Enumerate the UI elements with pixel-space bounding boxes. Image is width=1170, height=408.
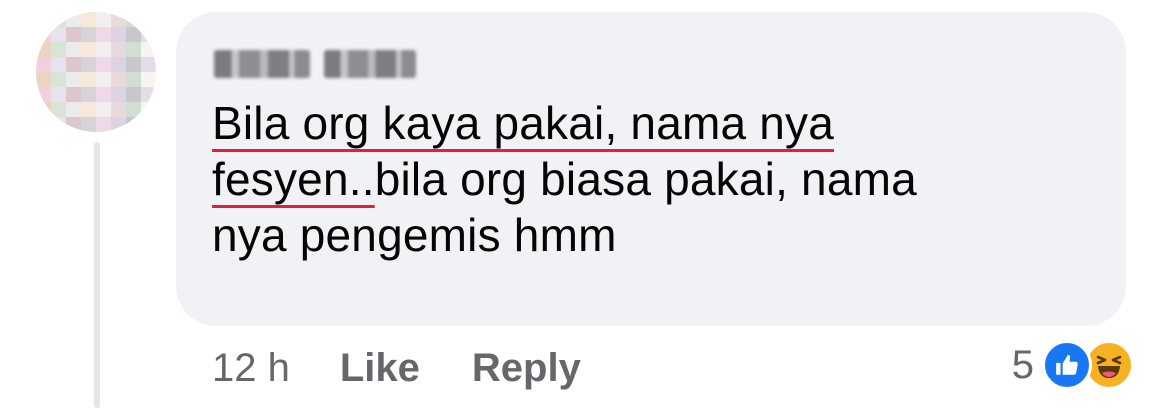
avatar-pixel bbox=[126, 117, 141, 132]
avatar-pixel bbox=[51, 27, 66, 42]
avatar[interactable] bbox=[36, 12, 156, 132]
avatar-pixel bbox=[66, 117, 81, 132]
avatar-pixel bbox=[81, 57, 96, 72]
comment-timestamp[interactable]: 12 h bbox=[212, 346, 290, 391]
avatar-pixel bbox=[141, 42, 156, 57]
avatar-pixel bbox=[66, 72, 81, 87]
avatar-pixel bbox=[81, 87, 96, 102]
avatar-pixel bbox=[126, 12, 141, 27]
avatar-pixel bbox=[126, 87, 141, 102]
avatar-pixel bbox=[141, 72, 156, 87]
misspelled-word: Bila org kaya pakai, nama nya bbox=[212, 97, 835, 149]
comment-actions: 12 h Like Reply bbox=[212, 346, 633, 391]
avatar-pixel bbox=[96, 12, 111, 27]
avatar-pixel bbox=[81, 12, 96, 27]
reply-button[interactable]: Reply bbox=[472, 346, 581, 391]
avatar-pixel bbox=[141, 12, 156, 27]
avatar-pixel bbox=[51, 57, 66, 72]
avatar-pixel bbox=[66, 12, 81, 27]
avatar-pixel bbox=[126, 72, 141, 87]
avatar-pixel bbox=[81, 102, 96, 117]
comment-text-line: nya pengemis hmm bbox=[212, 207, 1112, 263]
comment-screen: Bila org kaya pakai, nama nya fesyen..bi… bbox=[0, 0, 1170, 408]
avatar-pixel bbox=[96, 87, 111, 102]
avatar-pixel bbox=[36, 57, 51, 72]
avatar-pixel bbox=[111, 87, 126, 102]
avatar-pixel bbox=[51, 72, 66, 87]
comment-text: Bila org kaya pakai, nama nya fesyen..bi… bbox=[212, 95, 1112, 263]
avatar-pixel bbox=[111, 102, 126, 117]
avatar-pixel bbox=[96, 27, 111, 42]
avatar-pixel bbox=[141, 27, 156, 42]
reply-thread-line bbox=[94, 142, 100, 408]
comment-text-segment: nya pengemis hmm bbox=[212, 209, 617, 261]
avatar-pixel bbox=[111, 72, 126, 87]
comment-text-line: Bila org kaya pakai, nama nya bbox=[212, 95, 1112, 151]
avatar-pixel bbox=[111, 12, 126, 27]
reactions-summary[interactable]: 5 bbox=[1012, 340, 1134, 390]
reaction-count: 5 bbox=[1011, 342, 1034, 387]
avatar-pixel bbox=[141, 102, 156, 117]
avatar-pixel bbox=[36, 42, 51, 57]
avatar-pixel bbox=[66, 27, 81, 42]
avatar-pixel bbox=[36, 27, 51, 42]
avatar-pixel bbox=[96, 57, 111, 72]
misspelled-word: fesyen.. bbox=[212, 153, 375, 205]
avatar-pixel bbox=[81, 42, 96, 57]
avatar-pixel bbox=[66, 42, 81, 57]
avatar-pixel bbox=[141, 87, 156, 102]
avatar-pixel bbox=[66, 87, 81, 102]
avatar-pixel bbox=[141, 117, 156, 132]
author-last-name-blurred bbox=[324, 50, 416, 78]
avatar-pixel bbox=[36, 117, 51, 132]
comment-text-segment: bila org biasa pakai, nama bbox=[374, 153, 917, 205]
avatar-pixel bbox=[141, 57, 156, 72]
avatar-pixel bbox=[111, 57, 126, 72]
avatar-pixel bbox=[36, 102, 51, 117]
avatar-pixel bbox=[66, 57, 81, 72]
avatar-pixel bbox=[96, 117, 111, 132]
avatar-pixel bbox=[51, 102, 66, 117]
avatar-pixel bbox=[111, 42, 126, 57]
avatar-pixel bbox=[51, 87, 66, 102]
avatar-pixel bbox=[81, 72, 96, 87]
like-icon bbox=[1042, 340, 1092, 390]
avatar-pixel bbox=[126, 102, 141, 117]
avatar-pixel bbox=[51, 12, 66, 27]
comment-text-line: fesyen..bila org biasa pakai, nama bbox=[212, 151, 1112, 207]
avatar-pixel bbox=[126, 42, 141, 57]
avatar-pixel bbox=[96, 102, 111, 117]
avatar-pixel bbox=[51, 117, 66, 132]
avatar-pixel bbox=[126, 27, 141, 42]
avatar-pixel bbox=[111, 27, 126, 42]
avatar-pixel bbox=[36, 12, 51, 27]
avatar-pixel bbox=[96, 72, 111, 87]
avatar-pixel bbox=[36, 72, 51, 87]
comment-author-name[interactable] bbox=[214, 44, 416, 84]
avatar-pixel bbox=[111, 117, 126, 132]
author-first-name-blurred bbox=[214, 50, 310, 78]
avatar-pixel bbox=[81, 27, 96, 42]
avatar-pixel bbox=[96, 42, 111, 57]
like-button[interactable]: Like bbox=[340, 346, 420, 391]
avatar-pixel bbox=[126, 57, 141, 72]
avatar-pixel bbox=[36, 87, 51, 102]
avatar-pixel bbox=[81, 117, 96, 132]
avatar-pixel bbox=[51, 42, 66, 57]
avatar-pixel bbox=[66, 102, 81, 117]
